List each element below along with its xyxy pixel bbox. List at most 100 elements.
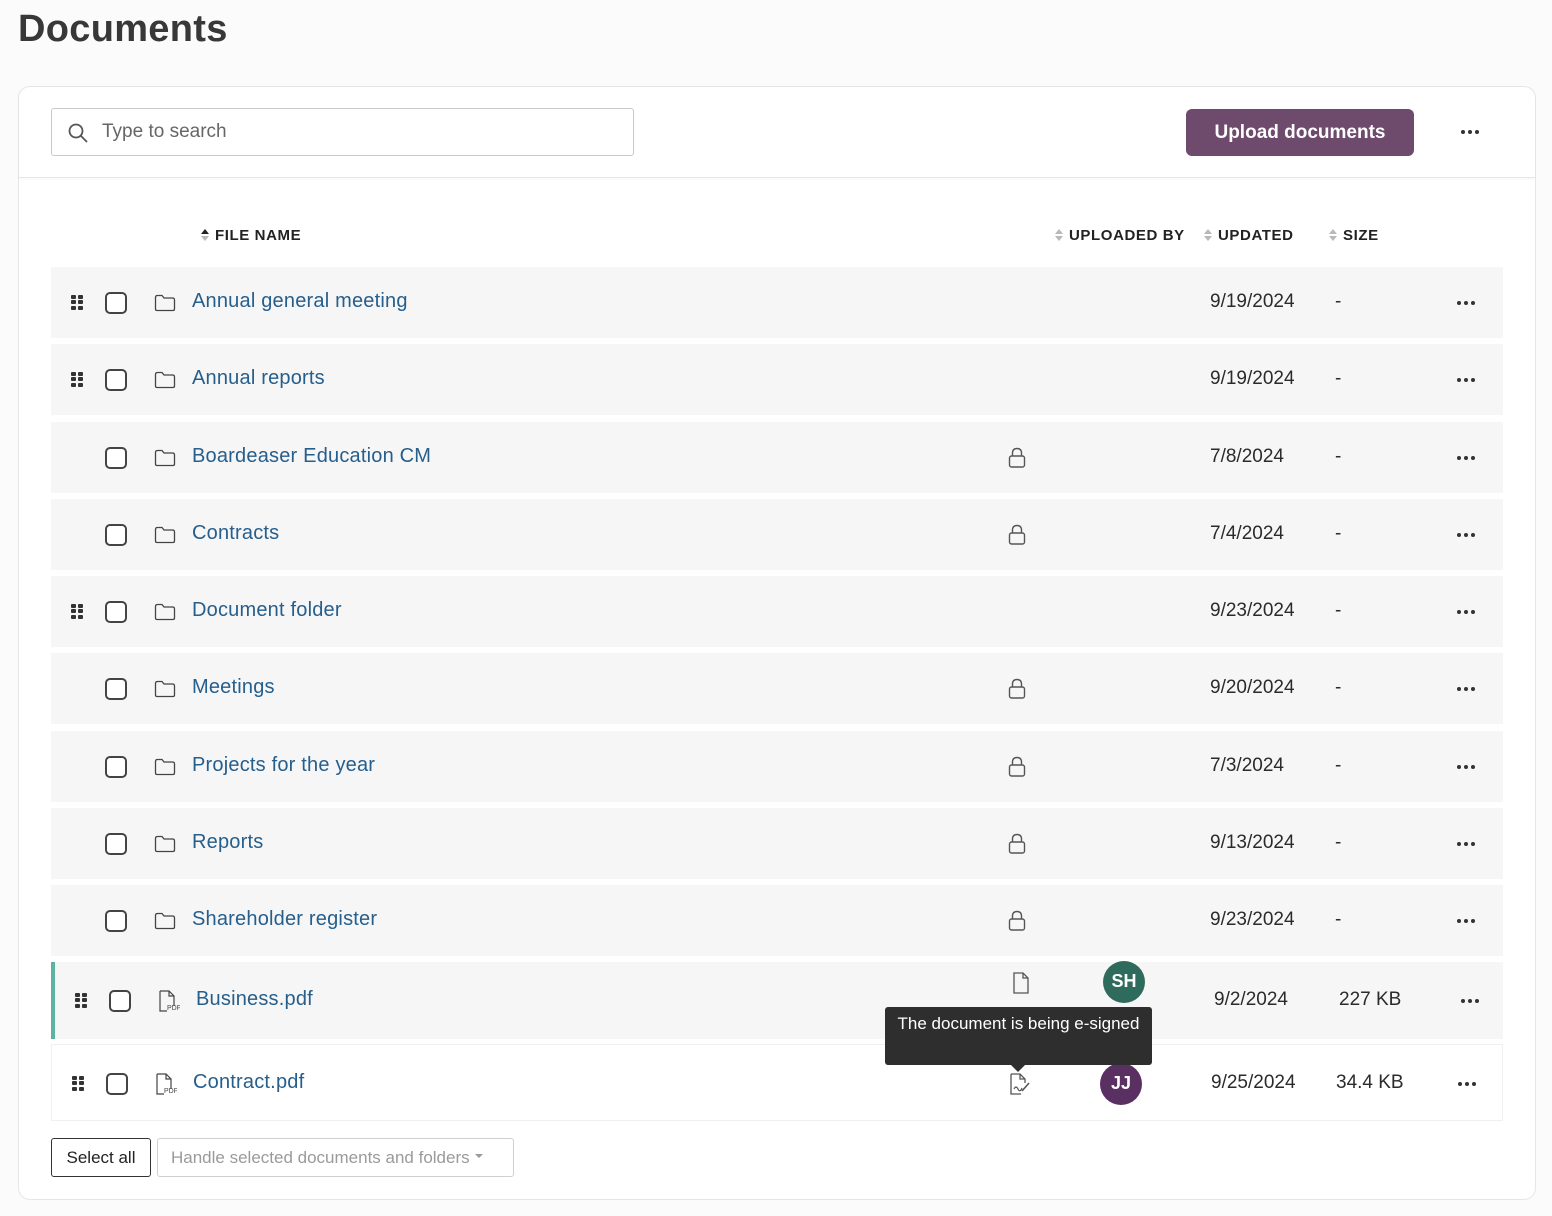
pdf-file-icon: PDF <box>156 1072 177 1095</box>
folder-icon <box>154 603 176 620</box>
updated-date: 9/19/2024 <box>1210 367 1295 389</box>
table-row[interactable]: Annual general meeting 9/19/2024 - <box>51 267 1503 338</box>
row-more-options-icon[interactable] <box>1453 293 1479 313</box>
chevron-down-icon <box>474 1153 483 1158</box>
row-more-options-icon[interactable] <box>1457 991 1483 1011</box>
uploader-avatar: SH <box>1103 960 1145 1003</box>
row-checkbox[interactable] <box>105 291 127 314</box>
lock-icon <box>1008 524 1026 545</box>
updated-date: 9/20/2024 <box>1210 676 1295 698</box>
file-size: 227 KB <box>1339 988 1402 1010</box>
row-checkbox[interactable] <box>105 677 127 700</box>
column-header-uploaded-by[interactable]: UPLOADED BY <box>1055 217 1185 253</box>
row-checkbox[interactable] <box>106 1072 128 1095</box>
row-more-options-icon[interactable] <box>1453 448 1479 468</box>
svg-text:PDF: PDF <box>167 1005 180 1012</box>
column-header-file-name[interactable]: FILE NAME <box>201 217 301 253</box>
row-more-options-icon[interactable] <box>1453 525 1479 545</box>
page-title: Documents <box>18 8 228 50</box>
lock-icon <box>1008 678 1026 699</box>
file-size: - <box>1335 908 1342 930</box>
file-name-link[interactable]: Document folder <box>192 599 342 622</box>
file-name-link[interactable]: Shareholder register <box>192 908 377 931</box>
table-row[interactable]: Projects for the year 7/3/2024 - <box>51 731 1503 802</box>
table-row[interactable]: Annual reports 9/19/2024 - <box>51 344 1503 415</box>
table-header: FILE NAME UPLOADED BY UPDATED SIZE <box>19 217 1535 253</box>
row-checkbox[interactable] <box>105 755 127 778</box>
row-more-options-icon[interactable] <box>1453 834 1479 854</box>
toolbar: Upload documents <box>19 87 1535 178</box>
sort-icon <box>1204 229 1212 241</box>
documents-card: Upload documents FILE NAME UPLOADED BY U… <box>18 86 1536 1200</box>
row-checkbox[interactable] <box>105 909 127 932</box>
updated-date: 9/2/2024 <box>1214 988 1288 1010</box>
file-name-link[interactable]: Annual general meeting <box>192 290 408 313</box>
row-checkbox[interactable] <box>105 523 127 546</box>
sort-icon <box>201 229 209 241</box>
folder-icon <box>154 526 176 543</box>
drag-handle-icon[interactable] <box>71 294 83 311</box>
file-name-link[interactable]: Contracts <box>192 522 279 545</box>
file-name-link[interactable]: Meetings <box>192 676 275 699</box>
search-box[interactable] <box>51 108 634 156</box>
upload-documents-button[interactable]: Upload documents <box>1186 109 1414 156</box>
row-more-options-icon[interactable] <box>1453 911 1479 931</box>
select-all-button[interactable]: Select all <box>51 1138 151 1177</box>
file-size: - <box>1335 599 1342 621</box>
table-row[interactable]: Meetings 9/20/2024 - <box>51 653 1503 724</box>
row-checkbox[interactable] <box>105 446 127 469</box>
drag-handle-icon[interactable] <box>75 992 87 1009</box>
table-row[interactable]: Shareholder register 9/23/2024 - <box>51 885 1503 956</box>
table-row[interactable]: Boardeaser Education CM 7/8/2024 - <box>51 422 1503 493</box>
updated-date: 9/23/2024 <box>1210 599 1295 621</box>
table-row[interactable]: PDF Contract.pdf JJ 9/25/2024 34.4 KB <box>51 1044 1503 1121</box>
sort-icon <box>1055 229 1063 241</box>
table-row[interactable]: Contracts 7/4/2024 - <box>51 499 1503 570</box>
handle-selected-dropdown[interactable]: Handle selected documents and folders <box>157 1138 514 1177</box>
file-name-link[interactable]: Contract.pdf <box>193 1071 304 1094</box>
row-more-options-icon[interactable] <box>1453 757 1479 777</box>
search-input[interactable] <box>102 109 622 155</box>
table-row[interactable]: PDF Business.pdf SH 9/2/2024 227 KB <box>51 960 1503 1039</box>
file-name-link[interactable]: Projects for the year <box>192 754 375 777</box>
folder-icon <box>154 758 176 775</box>
column-header-updated[interactable]: UPDATED <box>1204 217 1294 253</box>
row-more-options-icon[interactable] <box>1453 679 1479 699</box>
drag-handle-icon[interactable] <box>71 603 83 620</box>
lock-icon <box>1008 447 1026 468</box>
row-checkbox[interactable] <box>105 832 127 855</box>
row-checkbox[interactable] <box>105 600 127 623</box>
row-more-options-icon[interactable] <box>1454 1074 1480 1094</box>
column-header-size[interactable]: SIZE <box>1329 217 1379 253</box>
file-size: - <box>1335 522 1342 544</box>
file-size: 34.4 KB <box>1336 1071 1404 1093</box>
updated-date: 9/23/2024 <box>1210 908 1295 930</box>
lock-icon <box>1008 910 1026 931</box>
e-sign-tooltip: The document is being e-signed <box>885 1007 1152 1072</box>
search-icon <box>68 123 88 143</box>
row-checkbox[interactable] <box>105 368 127 391</box>
updated-date: 7/4/2024 <box>1210 522 1284 544</box>
file-name-link[interactable]: Annual reports <box>192 367 325 390</box>
file-name-link[interactable]: Business.pdf <box>196 988 313 1011</box>
file-size: - <box>1335 367 1342 389</box>
more-options-icon[interactable] <box>1455 117 1485 147</box>
document-icon <box>1013 971 1029 994</box>
file-name-link[interactable]: Reports <box>192 831 263 854</box>
row-more-options-icon[interactable] <box>1453 370 1479 390</box>
table-row[interactable]: Document folder 9/23/2024 - <box>51 576 1503 647</box>
drag-handle-icon[interactable] <box>72 1075 84 1092</box>
updated-date: 7/8/2024 <box>1210 445 1284 467</box>
drag-handle-icon[interactable] <box>71 371 83 388</box>
lock-icon <box>1008 833 1026 854</box>
pdf-file-icon: PDF <box>159 989 180 1012</box>
file-size: - <box>1335 831 1342 853</box>
row-more-options-icon[interactable] <box>1453 602 1479 622</box>
row-checkbox[interactable] <box>109 989 131 1012</box>
folder-icon <box>154 680 176 697</box>
file-name-link[interactable]: Boardeaser Education CM <box>192 445 431 468</box>
table-row[interactable]: Reports 9/13/2024 - <box>51 808 1503 879</box>
e-sign-icon <box>1010 1072 1030 1095</box>
folder-icon <box>154 294 176 311</box>
file-size: - <box>1335 445 1342 467</box>
